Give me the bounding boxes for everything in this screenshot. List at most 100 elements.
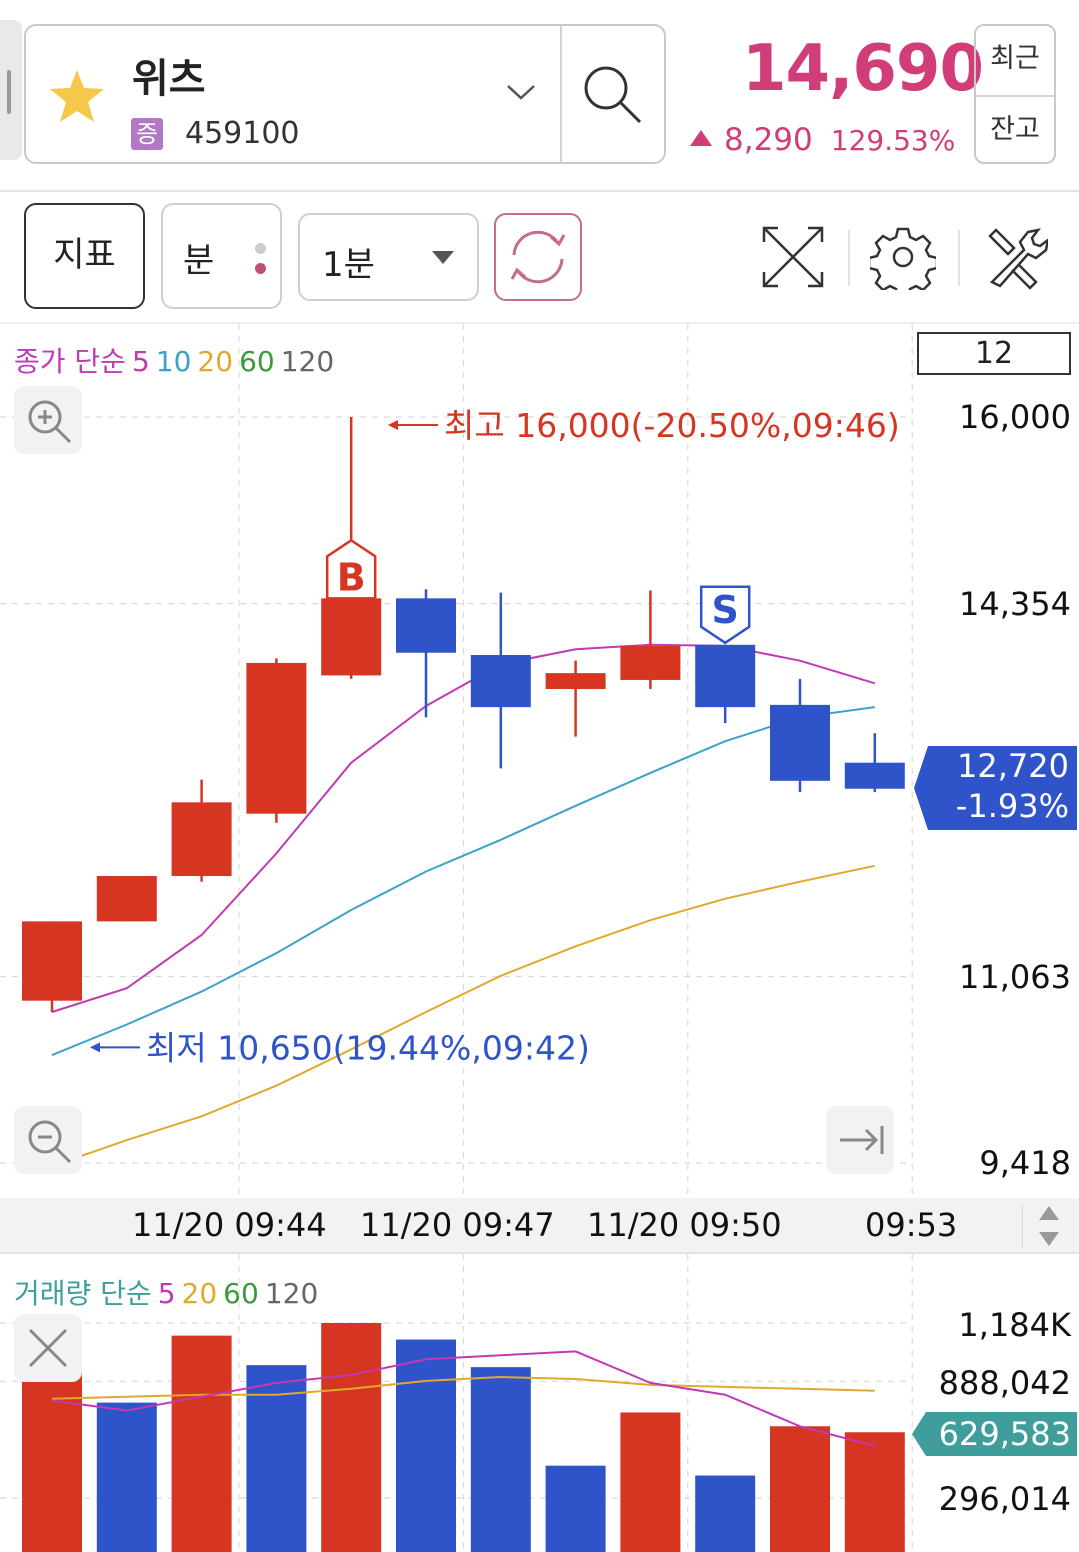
volume-chart[interactable] <box>0 1254 1079 1552</box>
recent-balance-toggle: 최근 잔고 <box>974 24 1056 164</box>
volume-bar <box>620 1412 681 1552</box>
chevron-down-icon[interactable] <box>506 82 536 102</box>
candle-body <box>695 644 756 708</box>
current-volume-tag: 629,583 <box>912 1412 1077 1456</box>
caret-down-icon <box>432 251 454 264</box>
divider <box>848 230 850 286</box>
unit-label: 분 <box>183 241 215 281</box>
candlestick-chart[interactable]: 최고 16,000(-20.50%,09:46) 최저 10,650(19.44%… <box>0 324 1079 1198</box>
candle-body <box>770 704 830 781</box>
candle <box>22 921 82 1013</box>
candle-body <box>470 655 531 708</box>
balance-button[interactable]: 잔고 <box>976 97 1054 162</box>
scroll-to-latest-button[interactable] <box>826 1106 894 1174</box>
favorite-star-icon[interactable] <box>48 68 106 124</box>
pane-resize-handle[interactable] <box>1022 1200 1076 1252</box>
dot-icon <box>255 263 266 274</box>
volume-bar <box>470 1367 531 1552</box>
candle <box>396 589 456 718</box>
x-tick-label: 11/20 09:50 <box>587 1206 782 1244</box>
x-tick-label: 11/20 09:47 <box>360 1206 555 1244</box>
stock-header: 위츠 증 459100 14,690 8,290 129.53% 최근 잔고 <box>0 0 1079 190</box>
candle-body <box>844 762 905 789</box>
y-tick-label: 16,000 <box>959 398 1071 436</box>
stock-code: 459100 <box>185 116 300 151</box>
candle-body <box>396 598 456 653</box>
arrow-right-end-icon <box>840 1126 884 1154</box>
stock-name[interactable]: 위츠 <box>132 46 206 104</box>
candle-body <box>22 921 82 1001</box>
current-price-value: 12,720 <box>957 747 1069 785</box>
candle <box>470 592 531 769</box>
candle <box>844 733 905 793</box>
volume-bar <box>695 1475 756 1552</box>
price-change: 8,290 129.53% <box>690 122 955 158</box>
tools-icon[interactable] <box>982 224 1048 290</box>
current-price-change: -1.93% <box>955 787 1069 825</box>
zoom-in-icon <box>28 400 72 444</box>
x-tick-label: 09:53 <box>865 1206 958 1244</box>
market-badge: 증 <box>131 118 163 150</box>
period-select[interactable]: 1분 <box>298 213 479 301</box>
current-price: 14,690 <box>742 32 984 106</box>
candle <box>96 876 157 922</box>
candle-body <box>545 673 606 690</box>
arrow-left-icon <box>90 1042 100 1053</box>
change-amount: 8,290 <box>724 122 813 158</box>
y-tick-label: 9,418 <box>979 1144 1071 1182</box>
volume-tick-label: 888,042 <box>938 1364 1071 1402</box>
volume-tick-label: 1,184K <box>958 1306 1071 1344</box>
x-tick-label: 11/20 09:44 <box>132 1206 327 1244</box>
arrow-up-icon <box>1039 1206 1059 1220</box>
volume-bar <box>545 1465 606 1552</box>
search-icon[interactable] <box>562 26 664 162</box>
candle-body <box>321 598 382 676</box>
candle-body <box>620 645 681 680</box>
volume-bar <box>321 1323 382 1552</box>
volume-bar <box>844 1432 905 1552</box>
candle-body <box>246 662 307 814</box>
unit-button[interactable]: 분 <box>161 203 282 309</box>
volume-bar <box>171 1335 232 1552</box>
divider <box>0 190 1079 192</box>
volume-bar <box>96 1402 157 1552</box>
fullscreen-icon[interactable] <box>760 224 826 290</box>
close-icon <box>28 1328 68 1368</box>
refresh-icon <box>510 230 566 284</box>
volume-tick-label: 296,014 <box>938 1480 1071 1518</box>
gear-icon[interactable] <box>870 224 936 290</box>
volume-bar <box>396 1339 456 1552</box>
candle <box>620 590 681 690</box>
candle-body <box>171 802 232 877</box>
dot-icon <box>255 243 266 254</box>
indicator-button[interactable]: 지표 <box>24 203 145 309</box>
buy-marker-label: B <box>337 555 366 599</box>
volume-bar <box>770 1426 830 1552</box>
divider <box>958 230 960 286</box>
recent-button[interactable]: 최근 <box>976 26 1054 97</box>
candle <box>695 644 756 724</box>
up-triangle-icon <box>690 130 712 146</box>
candle <box>171 779 232 882</box>
volume-bar <box>22 1363 82 1552</box>
candle-body <box>96 876 157 922</box>
candle <box>545 660 606 737</box>
zoom-out-button[interactable] <box>14 1106 82 1174</box>
high-annotation: 최고 16,000(-20.50%,09:46) <box>444 406 900 445</box>
period-value: 1분 <box>322 245 375 285</box>
candle <box>246 658 307 823</box>
low-annotation: 최저 10,650(19.44%,09:42) <box>146 1028 590 1067</box>
current-price-tag: 12,720 -1.93% <box>914 746 1077 830</box>
y-tick-label: 14,354 <box>959 585 1071 623</box>
arrow-down-icon <box>1039 1232 1059 1246</box>
candle <box>770 678 830 793</box>
zoom-in-button[interactable] <box>14 386 82 454</box>
zoom-out-icon <box>28 1120 72 1164</box>
y-tick-label: 11,063 <box>959 958 1071 996</box>
drawer-handle[interactable] <box>0 20 22 160</box>
arrow-left-icon <box>388 420 398 430</box>
change-percent: 129.53% <box>830 124 956 157</box>
refresh-button[interactable] <box>494 213 582 301</box>
sell-marker-label: S <box>712 588 739 632</box>
close-volume-button[interactable] <box>14 1314 82 1382</box>
